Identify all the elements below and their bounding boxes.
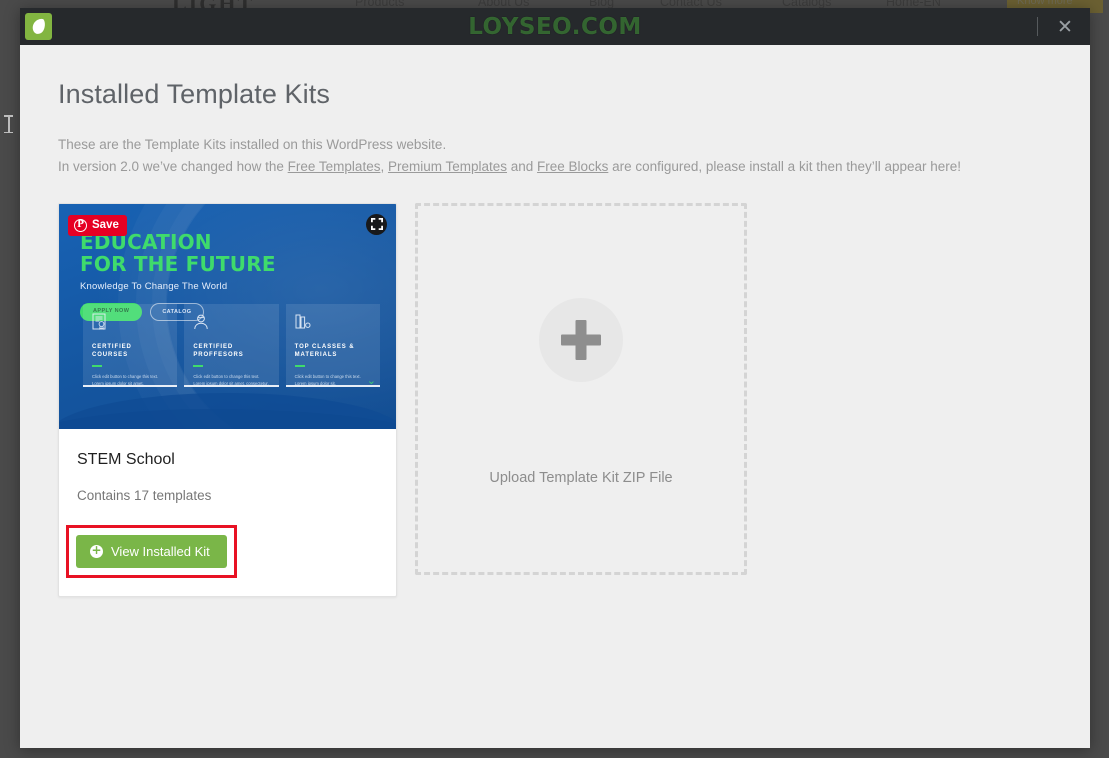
- link-free-templates[interactable]: Free Templates: [288, 159, 381, 174]
- view-installed-kit-highlight: + View Installed Kit: [66, 524, 237, 578]
- close-icon[interactable]: ✕: [1052, 16, 1078, 38]
- template-kit-card[interactable]: P Save EDUCATION FOR THE FUTURE Knowledg…: [58, 202, 397, 597]
- plus-circle-icon: +: [90, 542, 103, 558]
- feature-rule: [294, 365, 305, 368]
- text-ibeam-cursor: [4, 115, 13, 133]
- modal-header: LOYSEO.COM ✕: [20, 8, 1090, 45]
- books-materials-icon: [295, 313, 371, 335]
- hero-subtitle: Knowledge To Change The World: [80, 280, 228, 292]
- modal-body: Installed Template Kits These are the Te…: [20, 45, 1090, 748]
- hero-title-line-2: FOR THE FUTURE: [80, 252, 276, 277]
- intro-line-1: These are the Template Kits installed on…: [58, 137, 447, 152]
- envato-leaf-icon: [25, 13, 52, 40]
- hero-feature-row: CERTIFIED COURSES Click edit button to c…: [83, 303, 380, 387]
- intro-line-2: In version 2.0 we’ve changed how the Fre…: [58, 156, 1052, 178]
- feature-rule: [92, 365, 102, 368]
- intro-sep-2: and: [507, 158, 538, 174]
- loyseo-watermark: LOYSEO.COM: [468, 14, 642, 40]
- screen-root: LIGHT Products About Us Blog Contact Us …: [0, 0, 1109, 758]
- fullscreen-expand-icon[interactable]: [366, 213, 387, 235]
- intro-prefix: In version 2.0 we’ve changed how the: [58, 158, 288, 174]
- upload-template-kit-dropzone[interactable]: Upload Template Kit ZIP File: [415, 202, 747, 575]
- intro-sep-1: ,: [380, 158, 388, 174]
- intro-suffix: are configured, please install a kit the…: [608, 158, 962, 174]
- feature-card-certified-proffesors: CERTIFIED PROFFESORS Click edit button t…: [184, 303, 279, 387]
- kit-grid: P Save EDUCATION FOR THE FUTURE Knowledg…: [58, 202, 1052, 597]
- link-free-blocks[interactable]: Free Blocks: [537, 159, 608, 174]
- upload-dropzone-label: Upload Template Kit ZIP File: [489, 469, 673, 486]
- header-divider: [1037, 17, 1038, 36]
- kit-thumbnail[interactable]: P Save EDUCATION FOR THE FUTURE Knowledg…: [59, 203, 396, 429]
- chevron-down-icon: ⌄: [366, 374, 376, 387]
- plus-upload-icon: [539, 297, 623, 382]
- feature-title: TOP CLASSES & MATERIALS: [294, 343, 355, 359]
- link-premium-templates[interactable]: Premium Templates: [388, 159, 507, 174]
- feature-body: Click edit button to change this text. L…: [193, 374, 269, 387]
- page-title: Installed Template Kits: [58, 79, 330, 109]
- professor-person-icon: [193, 313, 269, 335]
- feature-card-certified-courses: CERTIFIED COURSES Click edit button to c…: [83, 303, 178, 387]
- feature-body: Click edit button to change this text. L…: [294, 374, 361, 387]
- background-nav-cta-label: Know more: [1017, 0, 1073, 7]
- feature-body: Click edit button to change this text. L…: [92, 374, 159, 387]
- feature-title: CERTIFIED COURSES: [92, 343, 132, 359]
- kit-template-count: Contains 17 templates: [77, 487, 212, 503]
- pinterest-icon: P: [74, 218, 87, 232]
- view-installed-kit-label: View Installed Kit: [111, 543, 210, 559]
- kit-info: STEM School Contains 17 templates + View…: [59, 429, 396, 596]
- feature-rule: [193, 365, 204, 368]
- view-installed-kit-button[interactable]: + View Installed Kit: [76, 534, 227, 568]
- kit-name: STEM School: [77, 450, 175, 468]
- pinterest-save-label: Save: [92, 219, 119, 232]
- feature-title: CERTIFIED PROFFESORS: [193, 343, 244, 359]
- installed-template-kits-modal: LOYSEO.COM ✕ Installed Template Kits The…: [20, 8, 1090, 748]
- pinterest-save-button[interactable]: P Save: [68, 214, 127, 236]
- certificate-document-icon: [92, 313, 168, 335]
